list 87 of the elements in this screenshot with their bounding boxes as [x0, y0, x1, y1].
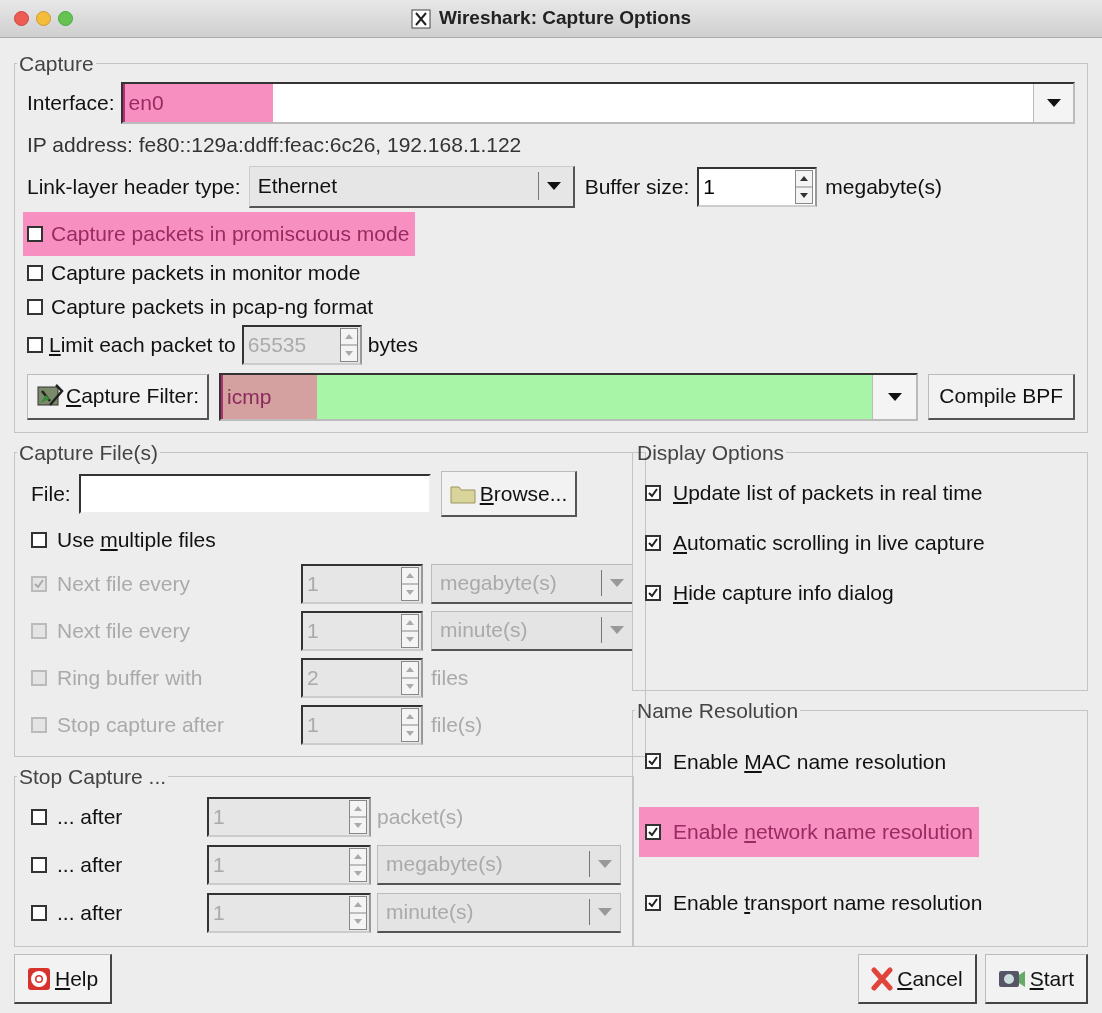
group-title: Capture File(s): [18, 439, 159, 466]
option-row[interactable]: Capture packets in pcap-ng format: [23, 289, 378, 324]
option-label: Enable MAC name resolution: [673, 748, 947, 775]
option-row[interactable]: Update list of packets in real time: [639, 468, 989, 518]
checkbox[interactable]: [27, 264, 43, 281]
checkbox[interactable]: [645, 753, 661, 770]
option-label: Enable transport name resolution: [673, 889, 983, 916]
unit-dropdown[interactable]: megabyte(s): [377, 844, 621, 885]
option-label: Capture packets in promiscuous mode: [51, 220, 410, 247]
option-row[interactable]: Capture packets in promiscuous mode: [23, 211, 416, 256]
group-title: Capture: [18, 51, 95, 77]
ip-address-text: IP address: fe80::129a:ddff:feac:6c26, 192.168.1.122: [27, 131, 523, 158]
checkbox[interactable]: [645, 535, 661, 551]
checkbox[interactable]: [31, 532, 47, 548]
window-title: Wireshark: Capture Options: [438, 6, 692, 31]
caret-icon: [546, 182, 561, 190]
checkbox[interactable]: [27, 336, 43, 353]
option-label: Limit each packet to: [49, 331, 236, 358]
spinner-icon[interactable]: [795, 169, 814, 204]
spin-field[interactable]: 65535: [241, 324, 362, 365]
option-label: Next file every: [57, 617, 192, 644]
spin-field[interactable]: 1: [207, 844, 371, 885]
option-label: Automatic scrolling in live capture: [673, 530, 985, 557]
caret-icon: [598, 908, 612, 916]
option-label: ... after: [57, 803, 124, 830]
capture-filter-field[interactable]: icmp: [219, 372, 919, 421]
option-label: Capture packets in pcap-ng format: [51, 293, 374, 320]
option-row[interactable]: Hide capture info dialog: [639, 568, 900, 618]
buffer-unit-label: megabyte(s): [825, 173, 942, 200]
option-row[interactable]: Capture packets in monitor mode: [23, 255, 365, 290]
checkbox[interactable]: [645, 585, 661, 601]
unit-label: bytes: [367, 331, 418, 358]
window-icon: [410, 8, 431, 29]
option-row[interactable]: Enable transport name resolution: [639, 877, 989, 928]
caret-icon: [598, 860, 612, 868]
caret-icon: [887, 392, 902, 401]
help-button[interactable]: Help: [14, 954, 113, 1004]
option-label: Hide capture info dialog: [673, 580, 894, 607]
option-label: Next file every: [57, 570, 192, 597]
option-label: Use multiple files: [57, 527, 216, 554]
start-button[interactable]: Start: [984, 954, 1088, 1004]
group-title: Name Resolution: [636, 697, 800, 724]
cross-icon: [871, 966, 894, 991]
file-label: File:: [31, 481, 71, 508]
option-label: ... after: [57, 899, 124, 926]
checkbox[interactable]: [645, 824, 661, 840]
checkbox[interactable]: [27, 298, 43, 315]
checkbox[interactable]: [645, 894, 661, 911]
interface-dropdown[interactable]: en0: [120, 81, 1075, 124]
option-label: Update list of packets in real time: [673, 480, 983, 507]
browse-button[interactable]: Browse...: [440, 471, 578, 517]
close-icon[interactable]: [14, 11, 29, 26]
link-layer-label: Link-layer header type:: [27, 173, 241, 200]
unit-label: file(s): [431, 711, 483, 738]
compile-bpf-button[interactable]: Compile BPF: [928, 373, 1075, 420]
option-row[interactable]: Automatic scrolling in live capture: [639, 518, 991, 568]
option-label: Capture packets in monitor mode: [51, 259, 361, 286]
option-label: Enable network name resolution: [673, 819, 974, 846]
spin-field[interactable]: 1: [697, 166, 818, 207]
unit-label: packet(s): [377, 803, 464, 830]
group-title: Display Options: [636, 439, 786, 466]
folder-icon: [449, 483, 476, 504]
unit-dropdown[interactable]: minute(s): [377, 892, 621, 933]
option-label: Stop capture after: [57, 711, 225, 738]
option-row[interactable]: Enable network name resolution: [639, 807, 980, 857]
option-row[interactable]: Enable MAC name resolution: [639, 736, 953, 787]
group-title: Stop Capture ...: [18, 764, 168, 790]
checkbox[interactable]: [31, 904, 47, 921]
option-label: Ring buffer with: [57, 664, 204, 691]
spin-field[interactable]: 1: [207, 796, 371, 837]
buffer-size-label: Buffer size:: [584, 173, 690, 200]
checkbox[interactable]: [31, 856, 47, 873]
checkbox[interactable]: [27, 225, 43, 242]
lifebuoy-icon: [27, 966, 51, 991]
caret-icon: [610, 579, 624, 587]
caret-icon: [1046, 98, 1061, 107]
unit-label: files: [431, 664, 469, 691]
interface-label: Interface:: [27, 89, 115, 116]
checkbox[interactable]: [645, 485, 661, 501]
link-layer-dropdown[interactable]: Ethernet: [248, 165, 575, 208]
cancel-button[interactable]: Cancel: [858, 954, 977, 1004]
option-label: ... after: [57, 851, 124, 878]
file-field[interactable]: [78, 474, 431, 514]
caret-icon: [610, 626, 624, 634]
spin-field[interactable]: 1: [207, 892, 371, 933]
checkbox[interactable]: [31, 808, 47, 825]
capture-filter-button[interactable]: Capture Filter:: [27, 373, 210, 420]
